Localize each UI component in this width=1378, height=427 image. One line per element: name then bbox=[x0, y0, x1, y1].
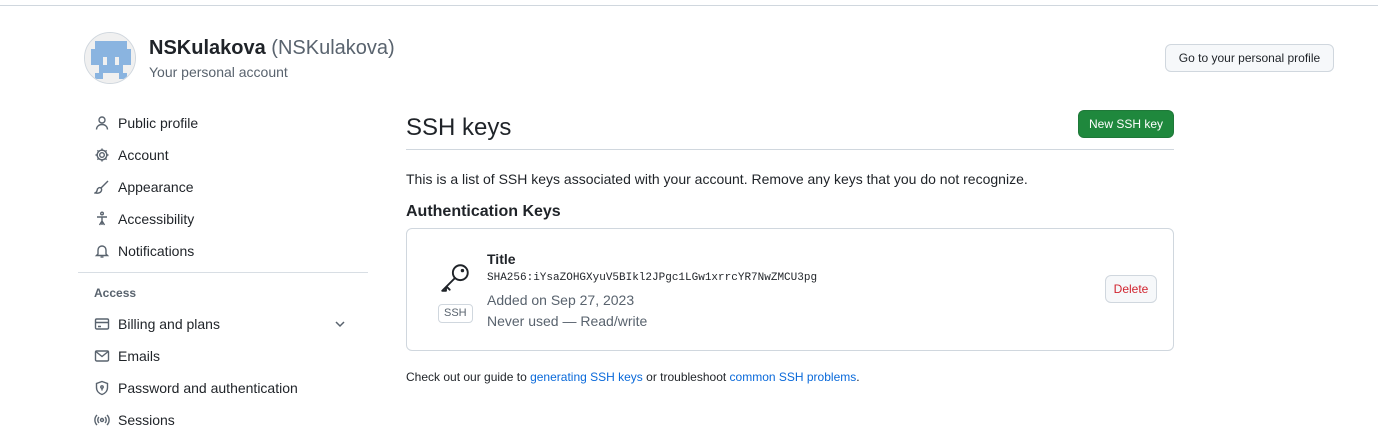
person-icon bbox=[94, 115, 110, 131]
sidebar-item-label: Password and authentication bbox=[118, 380, 298, 396]
title-row: SSH keys New SSH key bbox=[406, 108, 1174, 150]
sidebar-item-label: Billing and plans bbox=[118, 316, 220, 332]
account-subtitle: Your personal account bbox=[149, 63, 288, 80]
ssh-key-item: SSH Title SHA256:iYsaZOHGXyuV5BIkl2JPgc1… bbox=[406, 228, 1174, 351]
user-handle: (NSKulakova) bbox=[271, 36, 395, 59]
sidebar-item-label: Emails bbox=[118, 348, 161, 364]
chevron-down-icon[interactable] bbox=[332, 316, 348, 335]
broadcast-icon bbox=[94, 412, 110, 427]
delete-key-button[interactable]: Delete bbox=[1105, 275, 1157, 303]
ssh-keys-content: SSH keys New SSH key This is a list of S… bbox=[406, 108, 1174, 386]
new-ssh-key-button[interactable]: New SSH key bbox=[1078, 109, 1174, 138]
avatar[interactable] bbox=[84, 32, 136, 84]
sidebar-item-public-profile[interactable]: Public profile bbox=[78, 107, 368, 139]
user-identity: NSKulakova (NSKulakova) Your personal ac… bbox=[149, 35, 395, 82]
sidebar-item-label: Account bbox=[118, 147, 169, 163]
account-header: NSKulakova (NSKulakova) Your personal ac… bbox=[84, 32, 395, 84]
sidebar-divider bbox=[78, 272, 368, 273]
page-description: This is a list of SSH keys associated wi… bbox=[406, 171, 1028, 187]
paintbrush-icon bbox=[94, 179, 110, 195]
sidebar-item-account[interactable]: Account bbox=[78, 139, 368, 171]
sidebar-group-access: Access bbox=[94, 286, 137, 300]
sidebar-item-label: Public profile bbox=[118, 115, 199, 131]
generating-ssh-keys-link[interactable]: generating SSH keys bbox=[530, 370, 643, 384]
guide-text: Check out our guide to generating SSH ke… bbox=[406, 368, 1174, 386]
accessibility-icon bbox=[94, 211, 110, 227]
gear-icon bbox=[94, 147, 110, 163]
go-to-profile-button[interactable]: Go to your personal profile bbox=[1165, 44, 1334, 72]
sidebar-item-label: Accessibility bbox=[118, 211, 195, 227]
sidebar-item-billing[interactable]: Billing and plans bbox=[78, 308, 368, 340]
mail-icon bbox=[94, 348, 110, 364]
sidebar-item-password-authentication[interactable]: Password and authentication bbox=[78, 372, 368, 404]
user-name: NSKulakova (NSKulakova) bbox=[149, 35, 395, 61]
sidebar-item-notifications[interactable]: Notifications bbox=[78, 235, 368, 267]
sidebar-item-appearance[interactable]: Appearance bbox=[78, 171, 368, 203]
section-title: Authentication Keys bbox=[406, 203, 561, 220]
key-added-date: Added on Sep 27, 2023 bbox=[487, 292, 635, 308]
top-nav-border bbox=[0, 0, 1378, 6]
sidebar-item-label: Sessions bbox=[118, 412, 175, 427]
sidebar-item-emails[interactable]: Emails bbox=[78, 340, 368, 372]
shield-lock-icon bbox=[94, 380, 110, 396]
sidebar-item-label: Notifications bbox=[118, 243, 195, 259]
sidebar-item-accessibility[interactable]: Accessibility bbox=[78, 203, 368, 235]
guide-prefix: Check out our guide to bbox=[406, 370, 531, 384]
page-title: SSH keys bbox=[406, 113, 512, 141]
key-title: Title bbox=[487, 251, 516, 267]
common-ssh-problems-link[interactable]: common SSH problems bbox=[730, 370, 857, 384]
credit-card-icon bbox=[94, 316, 110, 332]
key-fingerprint: SHA256:iYsaZOHGXyuV5BIkl2JPgc1LGw1xrrcYR… bbox=[487, 272, 818, 284]
guide-middle: or troubleshoot bbox=[642, 370, 730, 384]
bell-icon bbox=[94, 243, 110, 259]
key-usage: Never used — Read/write bbox=[487, 313, 648, 329]
display-name: NSKulakova bbox=[149, 36, 266, 59]
sidebar-item-sessions[interactable]: Sessions bbox=[78, 404, 368, 427]
settings-sidebar: Public profile Account Appearance Access… bbox=[78, 107, 368, 427]
key-details: Title SHA256:iYsaZOHGXyuV5BIkl2JPgc1LGw1… bbox=[487, 249, 817, 332]
sidebar-item-label: Appearance bbox=[118, 179, 194, 195]
key-icon bbox=[438, 264, 472, 299]
ssh-badge: SSH bbox=[438, 304, 473, 323]
guide-suffix: . bbox=[856, 370, 860, 384]
key-type-indicator: SSH bbox=[438, 261, 473, 323]
